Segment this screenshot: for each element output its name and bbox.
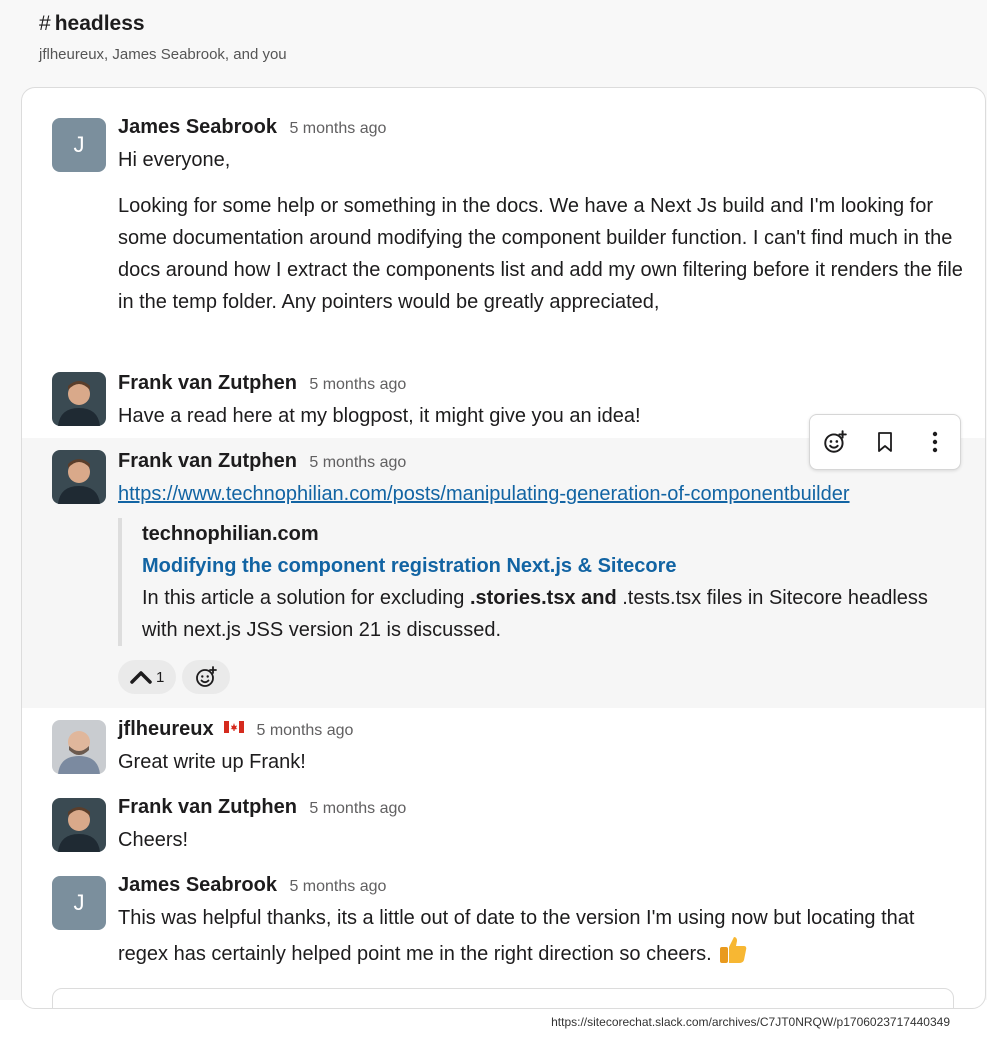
preview-desc-text: In this article a solution for excluding	[142, 587, 470, 609]
canada-flag-icon	[224, 721, 245, 733]
message-meta: James Seabrook 5 months ago	[118, 874, 386, 897]
reaction-count: 1	[156, 668, 165, 686]
preview-site[interactable]: technophilian.com	[142, 518, 962, 550]
timestamp[interactable]: 5 months ago	[256, 722, 353, 739]
channel-name: headless	[54, 12, 145, 35]
message-item: Frank van Zutphen 5 months ago https://w…	[22, 438, 985, 708]
bookmark-icon	[878, 432, 892, 452]
message-body: This was helpful thanks, its a little ou…	[118, 902, 968, 970]
message-body: Hi everyone, Looking for some help or so…	[118, 144, 968, 318]
timestamp[interactable]: 5 months ago	[309, 454, 406, 471]
timestamp[interactable]: 5 months ago	[309, 800, 406, 817]
author-name[interactable]: Frank van Zutphen	[118, 796, 297, 818]
timestamp[interactable]: 5 months ago	[289, 878, 386, 895]
message-item: Frank van Zutphen 5 months ago Cheers!	[22, 792, 985, 862]
author-name[interactable]: James Seabrook	[118, 874, 277, 896]
reaction-pill[interactable]: 1	[118, 660, 177, 694]
timestamp[interactable]: 5 months ago	[309, 376, 406, 393]
caret-up-icon	[130, 671, 152, 684]
message-meta: Frank van Zutphen 5 months ago	[118, 450, 406, 473]
hash-icon: #	[39, 12, 51, 35]
author-name[interactable]: jflheureux	[118, 718, 214, 740]
preview-desc-bold: .stories.tsx and	[469, 587, 617, 609]
avatar[interactable]	[52, 372, 106, 426]
message-meta: James Seabrook 5 months ago	[118, 116, 386, 139]
message-meta: Frank van Zutphen 5 months ago	[118, 796, 406, 819]
message-paragraph: Looking for some help or something in th…	[118, 195, 963, 313]
message-actions-toolbar	[809, 414, 961, 470]
more-actions-button[interactable]	[915, 422, 955, 462]
message-body: https://www.technophilian.com/posts/mani…	[118, 478, 968, 510]
message-composer[interactable]	[52, 988, 954, 1008]
author-name[interactable]: James Seabrook	[118, 116, 277, 138]
avatar[interactable]: J	[52, 876, 106, 930]
avatar-photo-icon	[52, 720, 106, 774]
avatar[interactable]: J	[52, 118, 106, 172]
bookmark-button[interactable]	[865, 422, 905, 462]
message-body: Great write up Frank!	[118, 751, 306, 773]
message-item: J James Seabrook 5 months ago This was h…	[22, 870, 985, 980]
avatar[interactable]	[52, 720, 106, 774]
more-actions-icon	[932, 431, 938, 453]
author-name[interactable]: Frank van Zutphen	[118, 372, 297, 394]
avatar[interactable]	[52, 798, 106, 852]
author-name[interactable]: Frank van Zutphen	[118, 450, 297, 472]
avatar-photo-icon	[52, 372, 106, 426]
thread-card: J James Seabrook 5 months ago Hi everyon…	[21, 87, 986, 1009]
add-reaction-button[interactable]	[815, 422, 855, 462]
add-reaction-button[interactable]	[182, 660, 231, 694]
message-meta: jflheureux 5 months ago	[118, 718, 353, 741]
channel-title[interactable]: # headless	[39, 12, 145, 36]
message-item: J James Seabrook 5 months ago Hi everyon…	[22, 112, 985, 362]
thumbs-up-icon	[720, 937, 747, 963]
message-meta: Frank van Zutphen 5 months ago	[118, 372, 406, 395]
message-text: This was helpful thanks, its a little ou…	[118, 907, 915, 965]
preview-description: In this article a solution for excluding…	[142, 582, 962, 646]
preview-title[interactable]: Modifying the component registration Nex…	[142, 550, 962, 582]
channel-participants[interactable]: jflheureux, James Seabrook, and you	[39, 46, 287, 63]
message-paragraph: Hi everyone,	[118, 149, 231, 171]
add-reaction-icon	[824, 430, 847, 453]
add-reaction-icon	[196, 666, 218, 687]
link-preview[interactable]: technophilian.com Modifying the componen…	[118, 518, 962, 646]
timestamp[interactable]: 5 months ago	[289, 120, 386, 137]
source-url: https://sitecorechat.slack.com/archives/…	[551, 1015, 950, 1029]
message-link[interactable]: https://www.technophilian.com/posts/mani…	[118, 483, 850, 505]
avatar[interactable]	[52, 450, 106, 504]
message-item: jflheureux 5 months ago Great write up F…	[22, 714, 985, 784]
message-body: Cheers!	[118, 829, 189, 851]
avatar-photo-icon	[52, 450, 106, 504]
reactions-bar: 1	[118, 660, 231, 694]
avatar-photo-icon	[52, 798, 106, 852]
